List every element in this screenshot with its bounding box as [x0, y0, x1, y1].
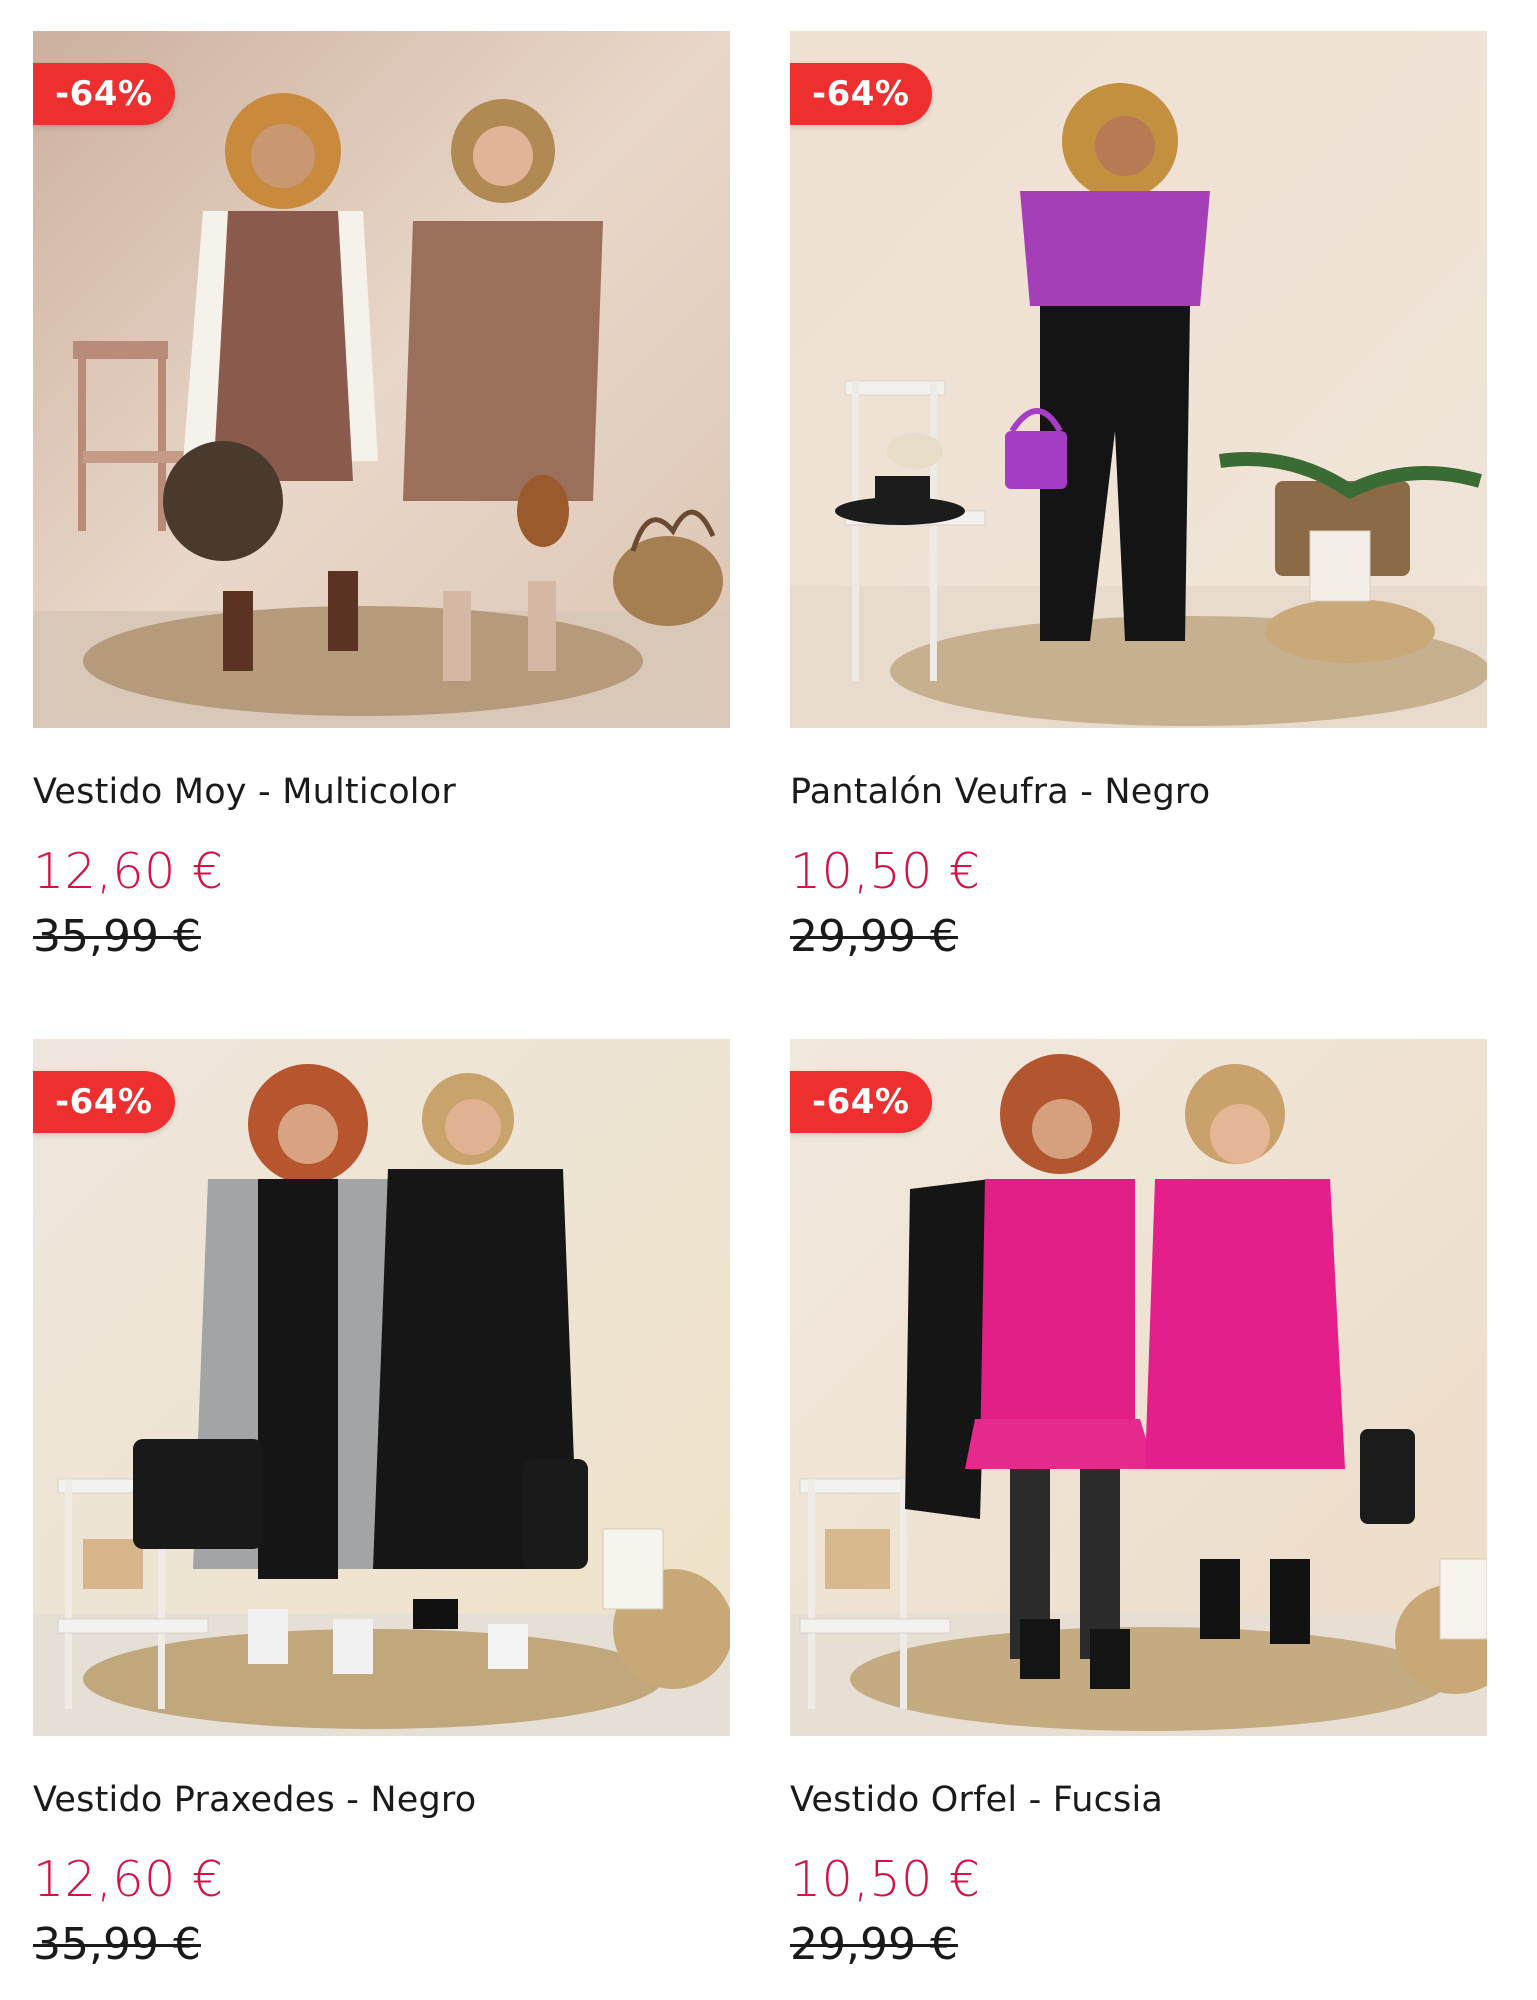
discount-badge: -64% [33, 1071, 175, 1133]
product-card[interactable]: -64% Vestido Moy - Multicolor 12,60 € 35… [33, 31, 730, 962]
product-card[interactable]: -64% Vestido Orfel - Fucsia 10,50 € 29,9… [790, 1039, 1487, 1970]
product-image[interactable]: -64% [33, 1039, 730, 1736]
product-photo-icon [790, 1039, 1487, 1736]
product-title[interactable]: Vestido Moy - Multicolor [33, 772, 730, 812]
sale-price: 12,60 € [33, 1851, 224, 1908]
sale-price: 10,50 € [790, 1851, 981, 1908]
product-card[interactable]: -64% Pantalón Veufra - Negro 10,50 € 29,… [790, 31, 1487, 962]
product-image[interactable]: -64% [33, 31, 730, 728]
discount-badge: -64% [33, 63, 175, 125]
original-price: 29,99 € [790, 1919, 958, 1970]
product-grid: -64% Vestido Moy - Multicolor 12,60 € 35… [0, 0, 1537, 2000]
product-image[interactable]: -64% [790, 1039, 1487, 1736]
product-image[interactable]: -64% [790, 31, 1487, 728]
product-photo-icon [33, 31, 730, 728]
original-price: 35,99 € [33, 1919, 201, 1970]
product-title[interactable]: Vestido Praxedes - Negro [33, 1780, 730, 1820]
sale-price: 12,60 € [33, 843, 224, 900]
original-price: 29,99 € [790, 911, 958, 962]
product-photo-icon [33, 1039, 730, 1736]
product-photo-icon [790, 31, 1487, 728]
product-title[interactable]: Pantalón Veufra - Negro [790, 772, 1487, 812]
product-card[interactable]: -64% Vestido Praxedes - Negro 12,60 € 35… [33, 1039, 730, 1970]
discount-badge: -64% [790, 1071, 932, 1133]
original-price: 35,99 € [33, 911, 201, 962]
sale-price: 10,50 € [790, 843, 981, 900]
product-title[interactable]: Vestido Orfel - Fucsia [790, 1780, 1487, 1820]
discount-badge: -64% [790, 63, 932, 125]
